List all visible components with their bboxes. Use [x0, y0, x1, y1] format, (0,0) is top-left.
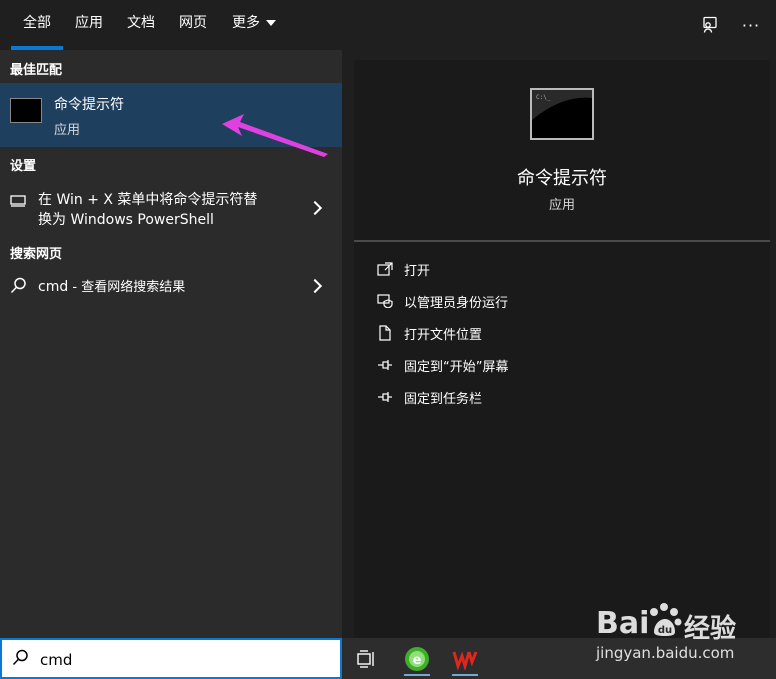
cmd-app-large-icon: C:\_: [530, 88, 594, 140]
action-open[interactable]: 打开: [376, 259, 430, 279]
results-panel: 最佳匹配 命令提示符 应用 设置 在 Win + X 菜单中将命令提示符替 换为…: [0, 50, 342, 638]
file-location-icon: [376, 324, 394, 342]
svg-text:C:\_: C:\_: [536, 94, 551, 101]
feedback-icon[interactable]: [698, 14, 720, 36]
preview-panel: C:\_ 命令提示符 应用 打开 以管理员身份运行 打开文件位置 固定到“开始”…: [354, 60, 770, 638]
pointer-arrow-icon: [222, 114, 328, 157]
action-run-as-admin[interactable]: 以管理员身份运行: [376, 291, 508, 311]
tab-apps[interactable]: 应用: [75, 0, 103, 50]
action-pin-to-start[interactable]: 固定到“开始”屏幕: [376, 355, 508, 375]
action-pin-to-taskbar[interactable]: 固定到任务栏: [376, 387, 482, 407]
tab-web[interactable]: 网页: [179, 0, 207, 50]
wps-office-icon[interactable]: [448, 642, 482, 676]
web-search-query: cmd: [38, 279, 69, 295]
search-icon: [10, 277, 27, 298]
watermark-url: jingyan.baidu.com: [596, 644, 735, 662]
paw-icon: du: [650, 603, 682, 636]
task-view-icon[interactable]: [350, 642, 384, 676]
divider: [354, 240, 770, 242]
tab-documents[interactable]: 文档: [127, 0, 155, 50]
more-options-icon[interactable]: ···: [740, 14, 762, 36]
pin-icon: [376, 356, 394, 374]
svg-text:du: du: [658, 625, 672, 636]
watermark-brand-right: 经验: [684, 614, 737, 644]
search-input[interactable]: [38, 648, 332, 672]
open-icon: [376, 260, 394, 278]
web-search-suffix: - 查看网络搜索结果: [68, 280, 186, 295]
best-match-title: 命令提示符: [54, 97, 124, 113]
settings-item[interactable]: 在 Win + X 菜单中将命令提示符替 换为 Windows PowerShe…: [0, 180, 342, 230]
web-search-text: cmd - 查看网络搜索结果: [38, 276, 185, 295]
tab-more[interactable]: 更多: [232, 0, 276, 50]
best-match-subtitle: 应用: [54, 123, 81, 138]
chevron-right-icon: [307, 278, 323, 294]
settings-item-line2: 换为 Windows PowerShell: [38, 212, 214, 228]
section-best-match: 最佳匹配: [10, 63, 63, 78]
tab-all[interactable]: 全部: [11, 0, 63, 50]
caret-down-icon: [266, 20, 276, 26]
chevron-right-icon: [307, 200, 323, 216]
web-search-item[interactable]: cmd - 查看网络搜索结果: [0, 269, 342, 303]
settings-item-line1: 在 Win + X 菜单中将命令提示符替: [38, 192, 258, 208]
active-indicator: [452, 674, 478, 676]
svg-text:e: e: [413, 653, 422, 668]
browser-icon[interactable]: e: [400, 642, 434, 676]
preview-title: 命令提示符: [517, 168, 607, 189]
section-settings: 设置: [10, 159, 37, 174]
section-web: 搜索网页: [10, 247, 63, 262]
display-icon: [10, 192, 26, 211]
cmd-app-icon: [10, 98, 42, 123]
top-bar: 全部 应用 文档 网页 更多 ···: [0, 0, 776, 50]
active-indicator: [404, 674, 430, 676]
watermark-brand-left: Bai: [596, 606, 650, 641]
search-bar: [0, 638, 342, 679]
baidu-watermark: Bai du 经验 jingyan.baidu.com: [596, 596, 776, 666]
shield-icon: [376, 292, 394, 310]
preview-subtitle: 应用: [548, 198, 575, 213]
action-open-file-location[interactable]: 打开文件位置: [376, 323, 482, 343]
pin-icon: [376, 388, 394, 406]
search-icon: [12, 649, 29, 670]
